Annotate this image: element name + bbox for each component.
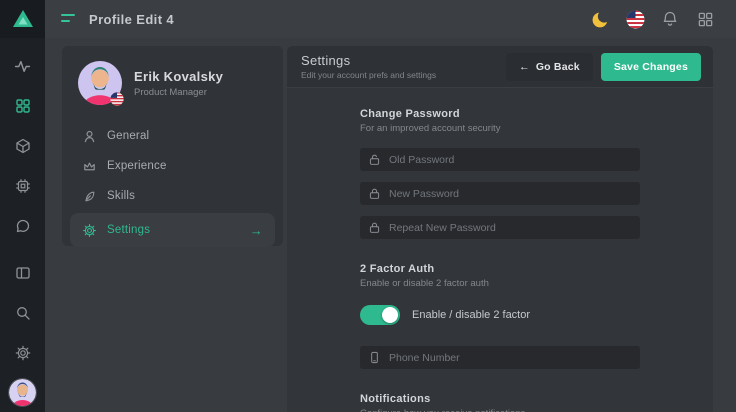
app-logo[interactable] bbox=[0, 0, 45, 38]
change-password-section: Change Password For an improved account … bbox=[360, 108, 713, 239]
gear-icon[interactable] bbox=[0, 333, 45, 373]
phone-icon bbox=[368, 351, 381, 364]
phone-number-input[interactable] bbox=[389, 352, 632, 364]
two-factor-toggle-row[interactable]: Enable / disable 2 factor bbox=[360, 305, 713, 325]
repeat-password-field[interactable] bbox=[360, 216, 640, 239]
layout-panel-icon[interactable] bbox=[0, 253, 45, 293]
dashboard-grid-icon[interactable] bbox=[0, 86, 45, 126]
package-icon[interactable] bbox=[0, 126, 45, 166]
settings-title: Settings bbox=[301, 53, 436, 68]
settings-panel: Settings Edit your account prefs and set… bbox=[287, 46, 713, 412]
two-factor-section: 2 Factor Auth Enable or disable 2 factor… bbox=[360, 263, 713, 369]
menu-item-general[interactable]: General bbox=[70, 121, 275, 151]
triangle-logo-icon bbox=[12, 9, 34, 29]
bell-icon[interactable] bbox=[657, 6, 683, 32]
left-arrow-icon: ← bbox=[519, 61, 530, 73]
menu-item-label: Experience bbox=[107, 160, 167, 172]
section-subtitle: For an improved account security bbox=[360, 123, 713, 134]
user-avatar[interactable] bbox=[9, 379, 36, 406]
page-title: Profile Edit 4 bbox=[89, 12, 174, 27]
menu-item-skills[interactable]: Skills bbox=[70, 181, 275, 211]
notifications-section: Notifications Configure how you receive … bbox=[360, 393, 713, 412]
cpu-icon[interactable] bbox=[0, 166, 45, 206]
avatar-flag-badge bbox=[110, 92, 124, 106]
lock-icon bbox=[368, 187, 381, 200]
old-password-field[interactable] bbox=[360, 148, 640, 171]
chat-icon[interactable] bbox=[0, 206, 45, 246]
apps-grid-icon[interactable] bbox=[692, 6, 718, 32]
repeat-password-input[interactable] bbox=[389, 222, 632, 234]
old-password-input[interactable] bbox=[389, 154, 632, 166]
profile-card: Erik Kovalsky Product Manager General bbox=[62, 46, 283, 246]
icon-rail bbox=[0, 0, 45, 412]
lock-icon bbox=[368, 221, 381, 234]
menu-item-experience[interactable]: Experience bbox=[70, 151, 275, 181]
toggle-label: Enable / disable 2 factor bbox=[412, 309, 530, 321]
activity-icon[interactable] bbox=[0, 46, 45, 86]
profile-name: Erik Kovalsky bbox=[134, 69, 223, 84]
profile-menu: General Experience Skills bbox=[70, 121, 275, 247]
right-arrow-icon: → bbox=[250, 223, 263, 238]
save-changes-button[interactable]: Save Changes bbox=[601, 53, 701, 81]
user-icon bbox=[82, 129, 97, 144]
feather-icon bbox=[82, 189, 97, 204]
section-subtitle: Configure how you receive notifications bbox=[360, 408, 713, 412]
menu-item-label: Skills bbox=[107, 190, 135, 202]
topbar: Profile Edit 4 bbox=[45, 0, 736, 38]
profile-role: Product Manager bbox=[134, 87, 223, 98]
menu-item-label: General bbox=[107, 130, 149, 142]
profile-avatar bbox=[78, 61, 122, 105]
go-back-button[interactable]: ←Go Back bbox=[506, 53, 593, 81]
crown-icon bbox=[82, 159, 97, 174]
new-password-field[interactable] bbox=[360, 182, 640, 205]
menu-item-label: Settings bbox=[107, 224, 150, 236]
two-factor-toggle[interactable] bbox=[360, 305, 400, 325]
phone-number-field[interactable] bbox=[360, 346, 640, 369]
moon-icon[interactable] bbox=[587, 6, 613, 32]
settings-header: Settings Edit your account prefs and set… bbox=[287, 46, 713, 88]
new-password-input[interactable] bbox=[389, 188, 632, 200]
us-flag-icon[interactable] bbox=[622, 6, 648, 32]
unlock-icon bbox=[368, 153, 381, 166]
section-subtitle: Enable or disable 2 factor auth bbox=[360, 278, 713, 289]
gear-icon bbox=[82, 223, 97, 238]
section-title: Notifications bbox=[360, 393, 713, 405]
content-area: Erik Kovalsky Product Manager General bbox=[45, 38, 736, 412]
section-title: 2 Factor Auth bbox=[360, 263, 713, 275]
search-icon[interactable] bbox=[0, 293, 45, 333]
hamburger-icon[interactable] bbox=[61, 13, 77, 25]
section-title: Change Password bbox=[360, 108, 713, 120]
settings-subtitle: Edit your account prefs and settings bbox=[301, 70, 436, 80]
menu-item-settings[interactable]: Settings → bbox=[70, 213, 275, 247]
